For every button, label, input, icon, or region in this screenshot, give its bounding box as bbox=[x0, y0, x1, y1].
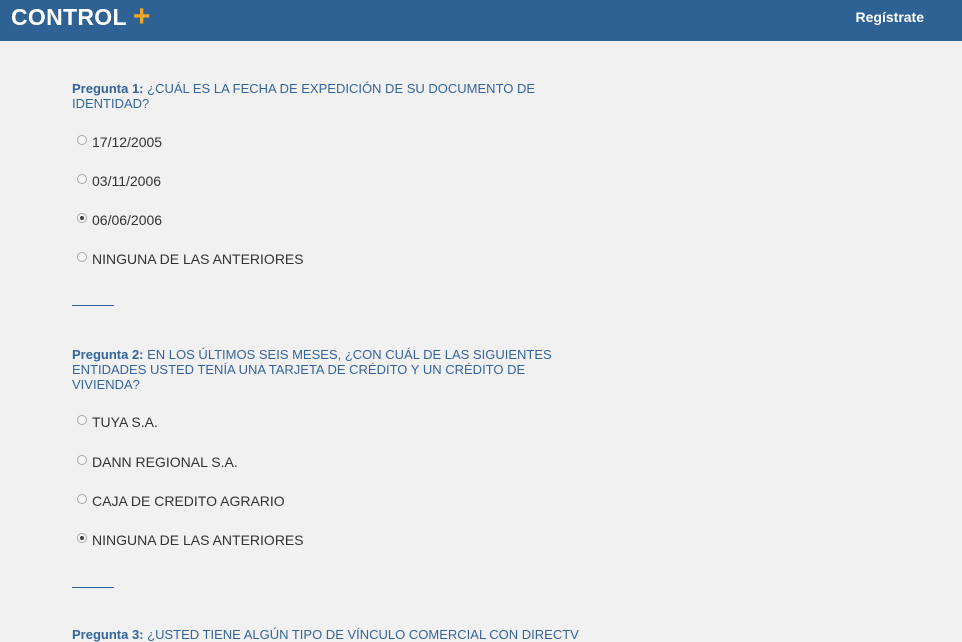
radio-button-selected[interactable] bbox=[77, 213, 87, 223]
radio-button[interactable] bbox=[77, 455, 87, 465]
radio-button[interactable] bbox=[77, 252, 87, 262]
q1-option-1[interactable]: 17/12/2005 bbox=[77, 134, 162, 150]
top-navbar: CONTROL + Regístrate bbox=[0, 0, 962, 41]
question-2-label: Pregunta 2: bbox=[72, 347, 144, 362]
q2-option-2[interactable]: DANN REGIONAL S.A. bbox=[77, 454, 238, 470]
option-label: CAJA DE CREDITO AGRARIO bbox=[92, 493, 285, 509]
question-2-text: EN LOS ÚLTIMOS SEIS MESES, ¿CON CUÁL DE … bbox=[72, 347, 552, 392]
option-label: NINGUNA DE LAS ANTERIORES bbox=[92, 532, 304, 548]
plus-icon: + bbox=[132, 0, 151, 33]
option-label: 03/11/2006 bbox=[92, 173, 162, 189]
radio-button[interactable] bbox=[77, 415, 87, 425]
q2-option-1[interactable]: TUYA S.A. bbox=[77, 414, 158, 430]
question-divider bbox=[72, 587, 114, 588]
q1-option-3[interactable]: 06/06/2006 bbox=[77, 212, 162, 228]
radio-button[interactable] bbox=[77, 174, 87, 184]
brand-logo[interactable]: CONTROL + bbox=[11, 2, 151, 32]
question-divider bbox=[72, 305, 114, 306]
question-2-title: Pregunta 2: EN LOS ÚLTIMOS SEIS MESES, ¿… bbox=[72, 347, 572, 392]
option-label: 06/06/2006 bbox=[92, 212, 163, 228]
option-label: DANN REGIONAL S.A. bbox=[92, 454, 238, 470]
question-1-label: Pregunta 1: bbox=[72, 81, 144, 96]
option-label: 17/12/2005 bbox=[92, 134, 163, 150]
question-1-title: Pregunta 1: ¿CUÁL ES LA FECHA DE EXPEDIC… bbox=[72, 81, 572, 111]
q1-option-4[interactable]: NINGUNA DE LAS ANTERIORES bbox=[77, 251, 304, 267]
radio-button[interactable] bbox=[77, 494, 87, 504]
q2-option-4[interactable]: NINGUNA DE LAS ANTERIORES bbox=[77, 532, 304, 548]
q1-option-2[interactable]: 03/11/2006 bbox=[77, 173, 161, 189]
register-link[interactable]: Regístrate bbox=[856, 9, 924, 25]
brand-text: CONTROL bbox=[11, 4, 127, 30]
radio-button[interactable] bbox=[77, 135, 87, 145]
option-label: TUYA S.A. bbox=[92, 414, 158, 430]
q2-option-3[interactable]: CAJA DE CREDITO AGRARIO bbox=[77, 493, 285, 509]
option-label: NINGUNA DE LAS ANTERIORES bbox=[92, 251, 304, 267]
radio-button-selected[interactable] bbox=[77, 533, 87, 543]
